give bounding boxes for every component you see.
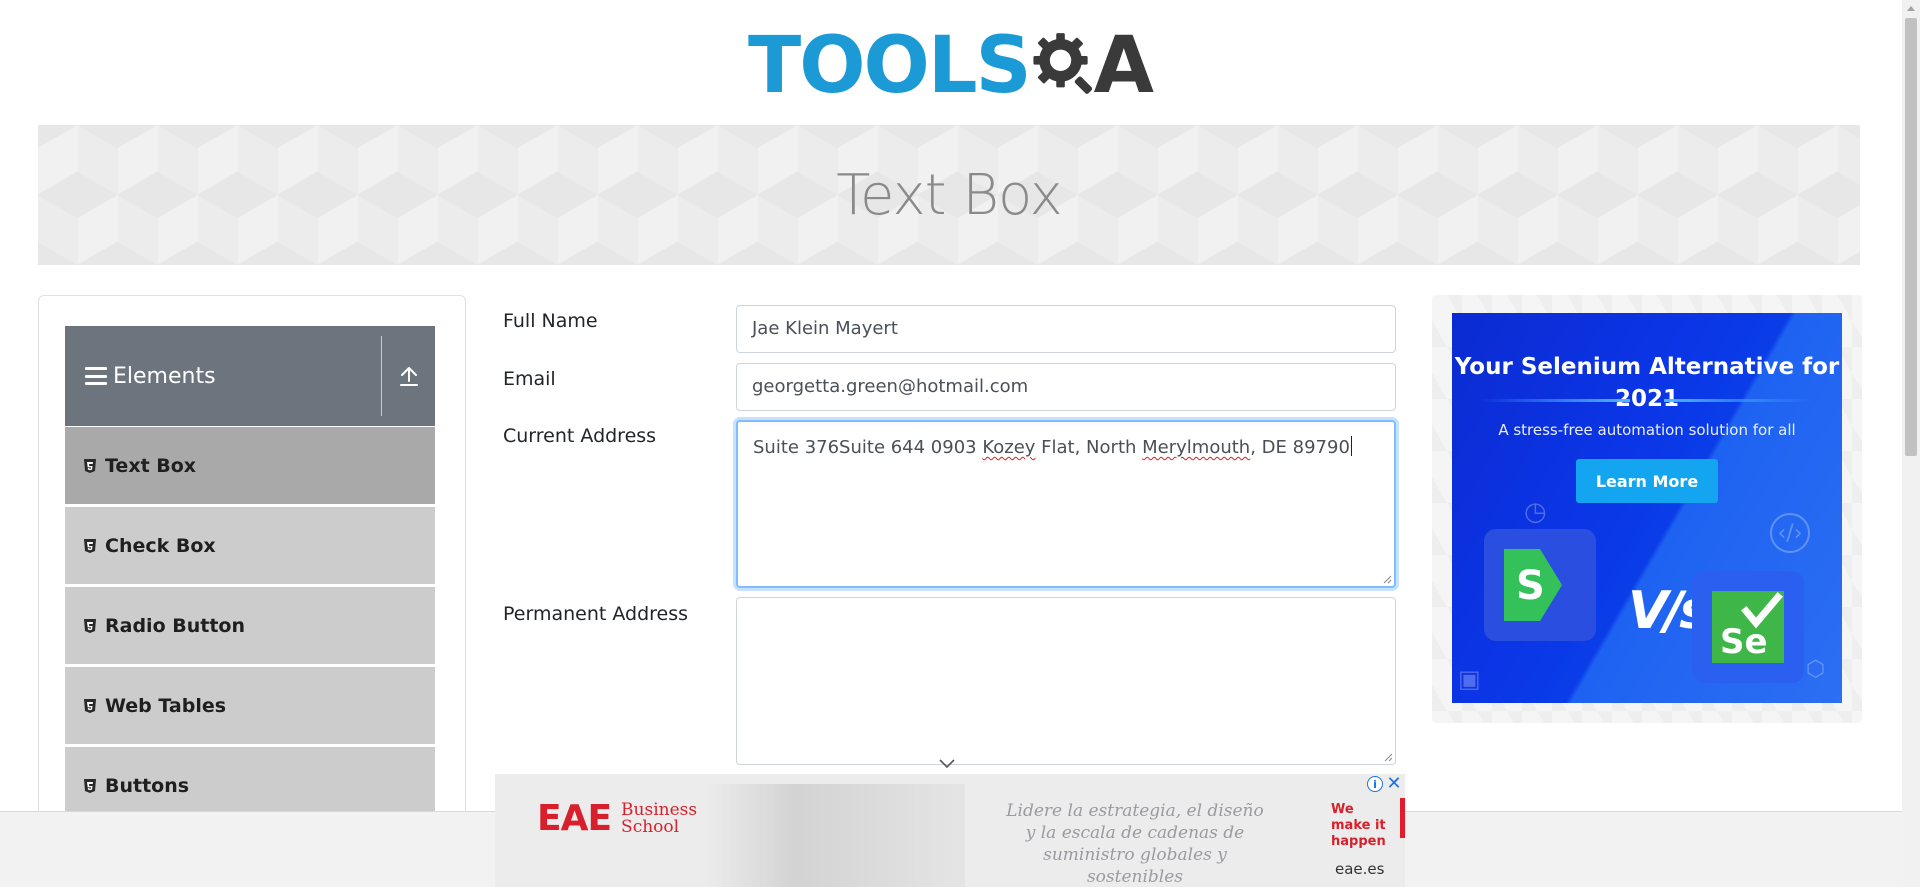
current-address-text-3: , DE 89790 xyxy=(1250,437,1350,458)
svg-text:Se: Se xyxy=(1720,622,1768,662)
html5-icon xyxy=(83,458,97,474)
eae-brand-mark: EAE xyxy=(537,798,612,839)
permanent-address-textarea[interactable] xyxy=(736,597,1396,765)
sidebar-item-web-tables[interactable]: Web Tables xyxy=(65,667,435,745)
eae-logo: EAE Business School xyxy=(537,798,697,839)
current-address-misspelled-2: Merylmouth xyxy=(1142,437,1251,458)
sidebar-item-label: Radio Button xyxy=(105,614,245,637)
eae-brand-name: Business School xyxy=(621,801,697,837)
ad-cta: We make it happen xyxy=(1331,802,1386,849)
bottom-banner-ad[interactable]: EAE Business School Lidere la estrategia… xyxy=(495,774,1405,887)
viewport: TOOLS A Text Box Elements Text Box Check… xyxy=(0,0,1920,887)
clock-icon: ◷ xyxy=(1524,497,1547,527)
ad-subtitle: A stress-free automation solution for al… xyxy=(1498,421,1796,439)
full-name-label: Full Name xyxy=(503,310,598,332)
ad-title: Your Selenium Alternative for 2021 xyxy=(1454,354,1840,412)
html5-icon xyxy=(83,538,97,554)
sidebar-item-label: Buttons xyxy=(105,774,190,797)
ad-accent-bar xyxy=(1400,798,1405,838)
html5-icon xyxy=(83,778,97,794)
upload-arrow-icon xyxy=(400,367,418,386)
ad-streak-right xyxy=(1664,399,1814,402)
logo-text-a: A xyxy=(1093,21,1154,111)
side-ad[interactable]: ◷ ‹/› ▣ ⬡ Your Selenium Alternative for … xyxy=(1452,313,1842,703)
html5-icon xyxy=(83,698,97,714)
email-value: georgetta.green@hotmail.com xyxy=(752,376,1029,397)
current-address-textarea[interactable]: Suite 376Suite 644 0903 Kozey Flat, Nort… xyxy=(736,420,1396,588)
left-sidebar: Elements Text Box Check Box Radio Button… xyxy=(38,295,466,887)
resize-grip-icon[interactable] xyxy=(1382,574,1392,584)
toolsqa-logo[interactable]: TOOLS A xyxy=(748,18,1154,114)
collapse-toggle[interactable] xyxy=(391,356,427,396)
current-address-text-2: Flat, North xyxy=(1035,437,1143,458)
eae-brand-name-line2: School xyxy=(621,816,680,837)
ad-info-icon[interactable]: i xyxy=(1367,776,1383,792)
sidebar-item-check-box[interactable]: Check Box xyxy=(65,507,435,585)
chevron-down-icon[interactable] xyxy=(938,758,956,770)
current-address-label: Current Address xyxy=(503,425,657,447)
email-input[interactable]: georgetta.green@hotmail.com xyxy=(736,363,1396,411)
page-title: Text Box xyxy=(836,162,1062,228)
side-ad-frame: ◷ ‹/› ▣ ⬡ Your Selenium Alternative for … xyxy=(1432,295,1862,723)
current-address-misspelled-1: Kozey xyxy=(982,437,1036,458)
permanent-address-label: Permanent Address xyxy=(503,603,689,625)
elements-group-title: Elements xyxy=(113,363,216,389)
full-name-input[interactable]: Jae Klein Mayert xyxy=(736,305,1396,353)
sidebar-item-label: Check Box xyxy=(105,534,216,557)
resize-grip-icon[interactable] xyxy=(1383,752,1393,762)
full-name-value: Jae Klein Mayert xyxy=(752,318,898,339)
sidebar-item-text-box[interactable]: Text Box xyxy=(65,427,435,505)
ad-tagline: Lidere la estrategia, el diseño y la esc… xyxy=(1006,801,1264,887)
ad-domain: eae.es xyxy=(1335,860,1385,878)
page-banner: Text Box xyxy=(38,125,1860,265)
text-caret xyxy=(1350,436,1352,456)
code-icon: ‹/› xyxy=(1770,513,1810,553)
sidebar-item-label: Text Box xyxy=(105,454,197,477)
hamburger-icon xyxy=(85,367,107,385)
elements-group-header[interactable]: Elements xyxy=(65,326,435,426)
gear-magnifier-icon xyxy=(1033,33,1092,94)
html5-icon xyxy=(83,618,97,634)
box-icon: ⬡ xyxy=(1806,657,1826,682)
window-icon: ▣ xyxy=(1458,665,1481,693)
page-scrollbar[interactable] xyxy=(1902,0,1920,887)
ad-background-image xyxy=(705,784,965,887)
current-address-text-1: Suite 376Suite 644 0903 xyxy=(753,437,983,458)
selenium-logo-card: Se xyxy=(1692,571,1804,683)
ad-close-icon[interactable]: ✕ xyxy=(1385,774,1403,794)
scroll-up-arrow-icon[interactable] xyxy=(1907,6,1915,11)
logo-text-tools: TOOLS xyxy=(748,21,1032,111)
sidebar-item-label: Web Tables xyxy=(105,694,227,717)
group-header-divider xyxy=(381,336,382,416)
svg-text:S: S xyxy=(1516,563,1545,609)
katalon-logo-icon: S xyxy=(1504,549,1562,621)
email-label: Email xyxy=(503,368,556,390)
katalon-logo-card: S xyxy=(1484,529,1596,641)
sidebar-item-radio-button[interactable]: Radio Button xyxy=(65,587,435,665)
selenium-logo-icon: Se xyxy=(1712,591,1784,663)
ad-streak-left xyxy=(1480,399,1630,402)
scrollbar-thumb[interactable] xyxy=(1905,18,1917,456)
learn-more-button[interactable]: Learn More xyxy=(1576,459,1718,503)
